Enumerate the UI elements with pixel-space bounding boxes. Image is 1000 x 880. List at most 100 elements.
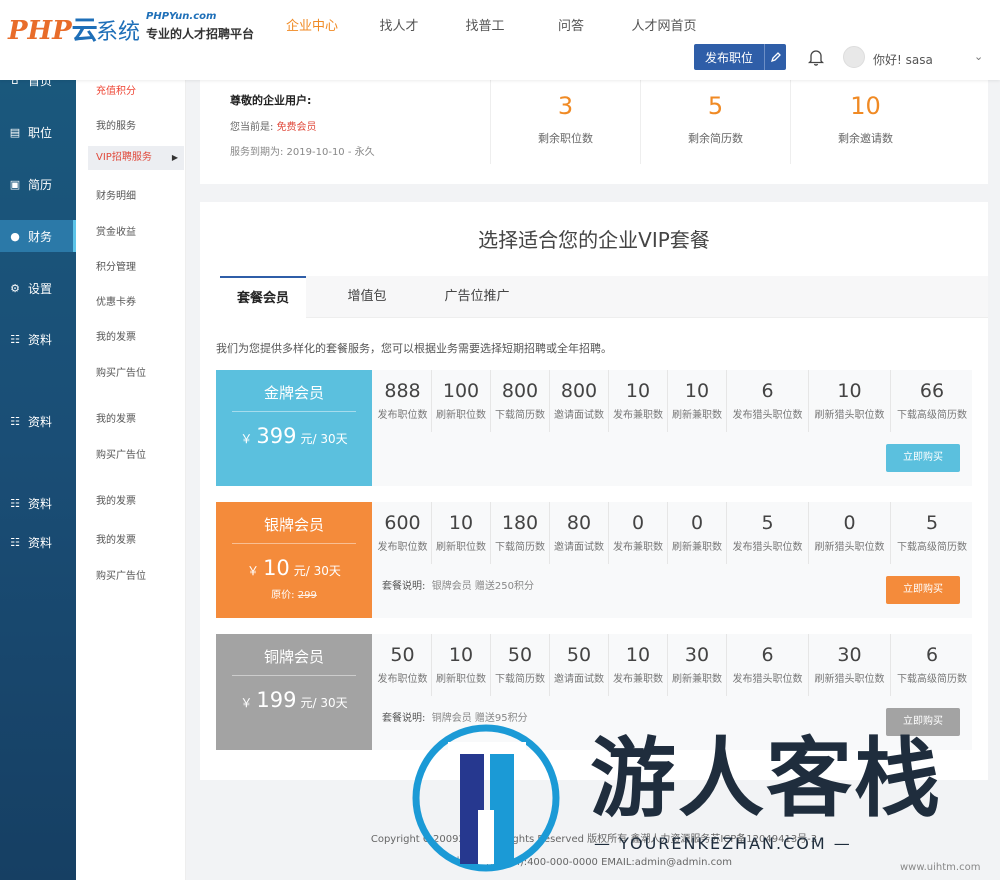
tab-package-member[interactable]: 套餐会员	[220, 276, 306, 318]
user-greeting[interactable]: 你好! sasa	[873, 51, 933, 68]
briefcase-icon: ▤	[9, 125, 21, 139]
sub-item-recharge[interactable]: 充值积分	[96, 82, 136, 97]
profile-icon: ☷	[10, 496, 20, 510]
sidebar-item-resume[interactable]: ▣ 简历	[0, 168, 76, 200]
plan-stat-label: 发布猎头职位数	[732, 410, 803, 421]
plan-stat-label: 发布职位数	[377, 410, 428, 421]
plan-stat-label: 刷新猎头职位数	[814, 674, 885, 685]
plan-stat-label: 刷新兼职数	[672, 410, 722, 421]
plan-stats: 50 发布职位数 10 刷新职位数 50 下载简历数 50 邀请面试数 10 发布兼职数 30 刷新兼…	[374, 634, 973, 696]
package-tabs: 套餐会员 增值包 广告位推广	[220, 276, 988, 318]
plan-stat-label: 刷新职位数	[436, 542, 486, 553]
plan-note: 套餐说明: 银牌会员 赠送250积分	[382, 581, 534, 592]
plan-stat-value: 6	[761, 380, 774, 402]
tab-ad-promotion[interactable]: 广告位推广	[432, 276, 522, 318]
sidebar-item-settings[interactable]: ⚙ 设置	[0, 272, 76, 304]
plan-stat-cell: 10 刷新兼职数	[668, 370, 727, 432]
chevron-down-icon[interactable]: ⌄	[974, 50, 983, 63]
plan-stat-value: 30	[684, 644, 710, 666]
plan-stat-label: 发布猎头职位数	[732, 674, 803, 685]
plan-stat-cell: 5 下载高级简历数	[891, 502, 973, 564]
plan-stat-value: 10	[448, 512, 474, 534]
plan-stat-cell: 0 刷新兼职数	[668, 502, 727, 564]
plan-name: 铜牌会员	[263, 648, 324, 666]
sidebar-item-profile[interactable]: ☷ 资料	[0, 405, 76, 437]
buy-now-button[interactable]: 立即购买	[886, 444, 960, 472]
plan-stat-value: 50	[390, 644, 415, 666]
sidebar-item-finance[interactable]: ● 财务	[0, 220, 76, 252]
stat-invites-left: 10 剩余邀请数	[790, 80, 940, 164]
plan-stat-cell: 180 下载简历数	[491, 502, 550, 564]
plan-stat-value: 0	[631, 512, 645, 534]
sub-item-my-service[interactable]: 我的服务	[96, 117, 136, 132]
pencil-icon	[764, 44, 786, 70]
sub-sidebar: 充值积分 我的服务 VIP招聘服务 ▶ 财务明细 赏金收益 积分管理 优惠卡券 我…	[76, 80, 186, 880]
plan-price: ￥ 10 元/ 30天	[247, 556, 341, 580]
plan-stat-cell: 10 发布兼职数	[609, 370, 668, 432]
plan-stat-label: 刷新兼职数	[672, 674, 722, 685]
plan-stat-label: 邀请面试数	[554, 410, 604, 421]
plan-stat-value: 100	[442, 380, 480, 402]
plan-stat-value: 10	[625, 644, 651, 666]
tab-addon-pack[interactable]: 增值包	[330, 276, 404, 318]
plan-stat-cell: 6 下载高级简历数	[891, 634, 973, 696]
plan-stat-value: 80	[566, 512, 592, 534]
sub-item-finance-detail[interactable]: 财务明细	[96, 187, 136, 202]
sub-item-coupons[interactable]: 优惠卡券	[96, 293, 136, 308]
sub-item-buy-ad[interactable]: 购买广告位	[96, 567, 146, 582]
watermark-logo-icon	[412, 724, 560, 872]
top-nav: 企业中心 找人才 找普工 问答 人才网首页	[268, 15, 714, 34]
sub-item-points[interactable]: 积分管理	[96, 258, 136, 273]
logo-mark: PHP云	[8, 16, 98, 46]
sub-item-vip-service[interactable]: VIP招聘服务 ▶	[88, 146, 184, 170]
bell-icon[interactable]	[807, 48, 825, 70]
nav-qa[interactable]: 问答	[528, 15, 614, 34]
resume-icon: ▣	[9, 177, 21, 191]
plan-stat-value: 6	[761, 644, 774, 666]
sidebar-item-profile[interactable]: ☷ 资料	[0, 323, 76, 355]
sub-item-bounty[interactable]: 赏金收益	[96, 223, 136, 238]
nav-enterprise-center[interactable]: 企业中心	[268, 15, 356, 34]
plan-stat-cell: 0 刷新猎头职位数	[809, 502, 891, 564]
plan-stat-value: 5	[761, 512, 774, 534]
nav-find-workers[interactable]: 找普工	[442, 15, 528, 34]
plan-stat-value: 66	[919, 380, 945, 402]
plan-bronze-price-panel: 铜牌会员 ￥ 199 元/ 30天	[216, 634, 372, 750]
plan-stat-value: 50	[507, 644, 533, 666]
plan-stat-cell: 5 发布猎头职位数	[727, 502, 809, 564]
plan-stat-label: 发布兼职数	[613, 674, 663, 685]
plan-price: ￥ 399 元/ 30天	[240, 424, 348, 448]
packages-description: 我们为您提供多样化的套餐服务，您可以根据业务需要选择短期招聘或全年招聘。	[216, 342, 612, 355]
top-header: PHP云 系统 PHPYun.com 专业的人才招聘平台 企业中心 找人才 找普…	[0, 0, 1000, 80]
plan-stat-label: 下载简历数	[495, 542, 545, 553]
sidebar-item-profile[interactable]: ☷ 资料	[0, 487, 76, 519]
sub-item-buy-ad[interactable]: 购买广告位	[96, 364, 146, 379]
triangle-right-icon: ▶	[171, 153, 178, 162]
plan-stat-cell: 66 下载高级简历数	[891, 370, 973, 432]
sidebar-item-jobs[interactable]: ▤ 职位	[0, 116, 76, 148]
packages-title: 选择适合您的企业VIP套餐	[478, 228, 710, 252]
finance-icon: ●	[10, 229, 20, 243]
plan-stat-cell: 80 邀请面试数	[550, 502, 609, 564]
buy-now-button[interactable]: 立即购买	[886, 576, 960, 604]
publish-job-button[interactable]: 发布职位	[694, 44, 786, 70]
site-logo[interactable]: PHP云 系统 PHPYun.com 专业的人才招聘平台	[8, 8, 258, 48]
sub-item-invoice[interactable]: 我的发票	[96, 410, 136, 425]
vip-packages-card: 选择适合您的企业VIP套餐 套餐会员 增值包 广告位推广 我们为您提供多样化的套…	[200, 202, 988, 780]
sidebar-item-profile[interactable]: ☷ 资料	[0, 526, 76, 558]
nav-home[interactable]: 人才网首页	[614, 15, 714, 34]
nav-find-talent[interactable]: 找人才	[356, 15, 442, 34]
sub-item-invoice[interactable]: 我的发票	[96, 492, 136, 507]
avatar[interactable]	[843, 46, 865, 68]
sub-item-buy-ad[interactable]: 购买广告位	[96, 446, 146, 461]
sub-item-invoice[interactable]: 我的发票	[96, 328, 136, 343]
sub-item-invoice[interactable]: 我的发票	[96, 531, 136, 546]
account-greeting: 尊敬的企业用户:	[230, 94, 312, 107]
plan-stat-label: 刷新职位数	[436, 410, 486, 421]
main-sidebar: ⌂ 首页 ▤ 职位 ▣ 简历 ● 财务 ⚙ 设置 ☷ 资料 ☷ 资料 ☷ 资料 ☷ 资料	[0, 0, 76, 880]
plan-name: 金牌会员	[263, 384, 324, 402]
plan-stat-value: 6	[925, 644, 939, 666]
plan-stat-value: 50	[566, 644, 592, 666]
gear-icon: ⚙	[10, 281, 20, 295]
plan-stat-label: 下载简历数	[495, 674, 545, 685]
